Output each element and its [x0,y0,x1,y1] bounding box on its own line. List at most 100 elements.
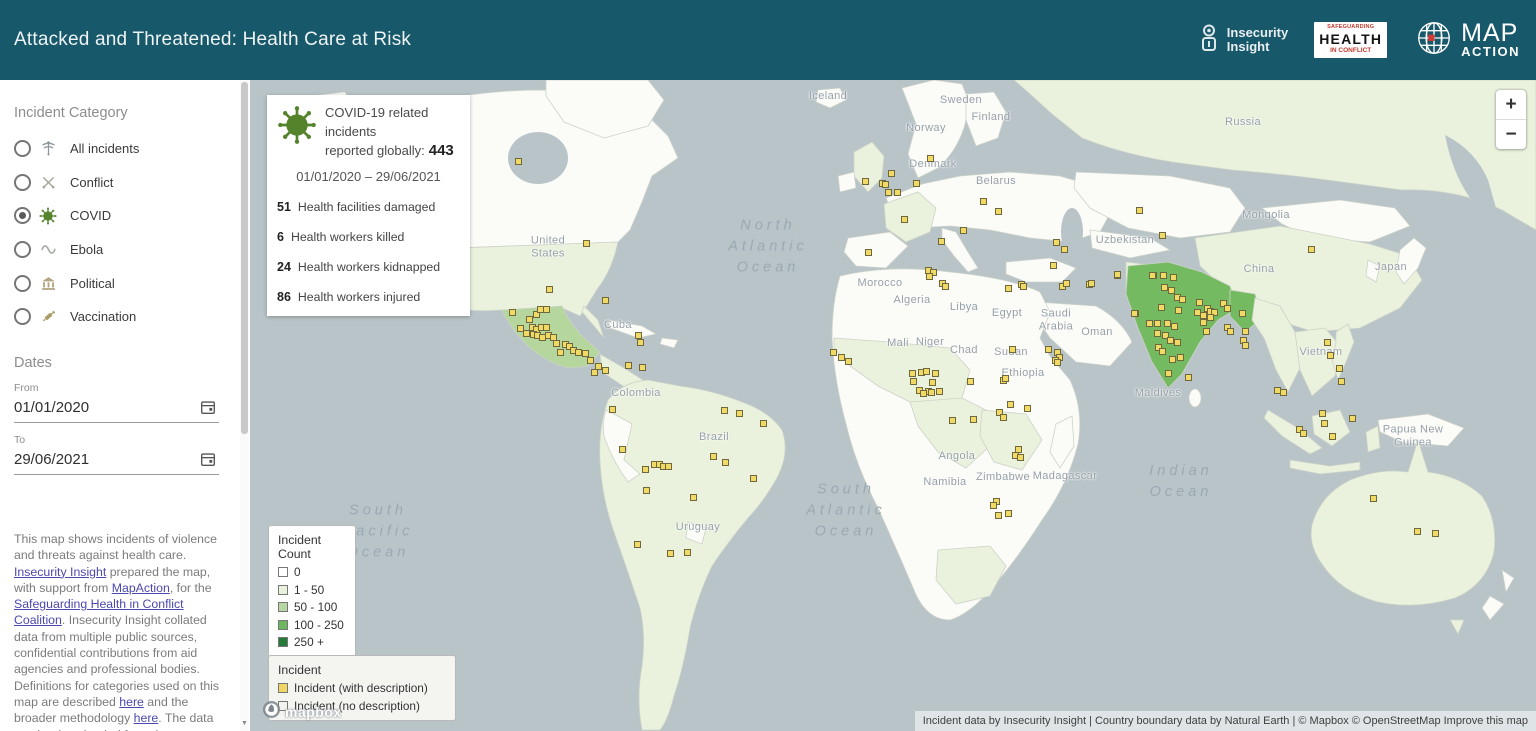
incident-marker[interactable] [1414,528,1421,535]
incident-marker[interactable] [1336,365,1343,372]
incident-marker[interactable] [1160,272,1167,279]
incident-marker[interactable] [1164,320,1171,327]
radio-button[interactable] [14,140,31,157]
incident-marker[interactable] [1280,389,1287,396]
incident-marker[interactable] [1053,239,1060,246]
incident-marker[interactable] [928,389,935,396]
radio-button[interactable] [14,241,31,258]
incident-marker[interactable] [938,238,945,245]
incident-marker[interactable] [1327,352,1334,359]
incident-marker[interactable] [643,487,650,494]
calendar-icon[interactable] [199,450,217,468]
incident-marker[interactable] [942,283,949,290]
incident-marker[interactable] [1207,314,1214,321]
incident-marker[interactable] [690,494,697,501]
incident-marker[interactable] [1185,374,1192,381]
incident-marker[interactable] [980,198,987,205]
incident-marker[interactable] [1063,280,1070,287]
incident-marker[interactable] [721,407,728,414]
incident-marker[interactable] [684,549,691,556]
incident-marker[interactable] [926,273,933,280]
incident-marker[interactable] [1227,328,1234,335]
incident-marker[interactable] [882,181,889,188]
incident-marker[interactable] [526,316,533,323]
incident-marker[interactable] [1224,305,1231,312]
incident-marker[interactable] [1308,246,1315,253]
description-link[interactable]: here [134,711,159,725]
incident-marker[interactable] [625,362,632,369]
incident-marker[interactable] [1349,415,1356,422]
incident-marker[interactable] [1159,348,1166,355]
incident-marker[interactable] [1024,405,1031,412]
incident-marker[interactable] [1338,378,1345,385]
incident-marker[interactable] [1159,232,1166,239]
incident-marker[interactable] [1136,207,1143,214]
mapbox-logo[interactable]: mapbox [262,700,342,724]
radio-button[interactable] [14,174,31,191]
incident-marker[interactable] [1158,304,1165,311]
incident-marker[interactable] [665,463,672,470]
incident-marker[interactable] [642,466,649,473]
improve-this-map-link[interactable]: Improve this map [1444,715,1528,727]
incident-marker[interactable] [894,189,901,196]
incident-marker[interactable] [639,364,646,371]
incident-marker[interactable] [635,332,642,339]
incident-marker[interactable] [602,367,609,374]
incident-marker[interactable] [1179,296,1186,303]
scrollbar-down-arrow[interactable]: ▼ [240,720,249,727]
incident-marker[interactable] [1154,320,1161,327]
incident-marker[interactable] [990,502,997,509]
incident-marker[interactable] [1196,299,1203,306]
incident-marker[interactable] [667,550,674,557]
incident-marker[interactable] [619,446,626,453]
incident-marker[interactable] [736,410,743,417]
category-option-ebola[interactable]: Ebola [14,233,229,267]
insecurity-insight-logo[interactable]: Insecurity Insight [1198,23,1288,58]
incident-marker[interactable] [885,189,892,196]
category-option-political[interactable]: Political [14,266,229,300]
incident-marker[interactable] [901,216,908,223]
description-link[interactable]: MapAction [112,581,170,595]
incident-marker[interactable] [923,368,930,375]
incident-marker[interactable] [1007,401,1014,408]
incident-marker[interactable] [1005,510,1012,517]
mapaction-logo[interactable]: MAP ACTION [1413,17,1520,64]
incident-marker[interactable] [838,354,845,361]
incident-marker[interactable] [1177,354,1184,361]
incident-marker[interactable] [1171,323,1178,330]
incident-marker[interactable] [543,324,550,331]
incident-marker[interactable] [557,349,564,356]
incident-marker[interactable] [1131,310,1138,317]
incident-marker[interactable] [1020,283,1027,290]
incident-marker[interactable] [587,357,594,364]
incident-marker[interactable] [1114,271,1121,278]
incident-marker[interactable] [710,453,717,460]
incident-marker[interactable] [515,158,522,165]
incident-marker[interactable] [1239,310,1246,317]
safeguarding-health-logo[interactable]: SAFEGUARDING HEALTH IN CONFLICT [1314,22,1387,58]
incident-marker[interactable] [995,512,1002,519]
incident-marker[interactable] [1017,454,1024,461]
incident-marker[interactable] [750,475,757,482]
radio-button[interactable] [14,207,31,224]
sidebar-scrollbar[interactable]: ▼ [240,80,249,731]
incident-marker[interactable] [1154,330,1161,337]
incident-marker[interactable] [1054,359,1061,366]
zoom-out-button[interactable]: − [1496,120,1526,149]
radio-button[interactable] [14,275,31,292]
from-date-input[interactable] [14,399,164,416]
incident-marker[interactable] [722,459,729,466]
incident-marker[interactable] [1168,287,1175,294]
incident-marker[interactable] [1005,285,1012,292]
incident-marker[interactable] [1170,274,1177,281]
category-option-all-incidents[interactable]: All incidents [14,132,229,166]
radio-button[interactable] [14,308,31,325]
incident-marker[interactable] [932,370,939,377]
incident-marker[interactable] [929,379,936,386]
incident-marker[interactable] [1242,328,1249,335]
incident-marker[interactable] [913,180,920,187]
description-link[interactable]: Insecurity Insight [14,565,106,579]
incident-marker[interactable] [509,309,516,316]
incident-marker[interactable] [546,286,553,293]
incident-marker[interactable] [1009,346,1016,353]
